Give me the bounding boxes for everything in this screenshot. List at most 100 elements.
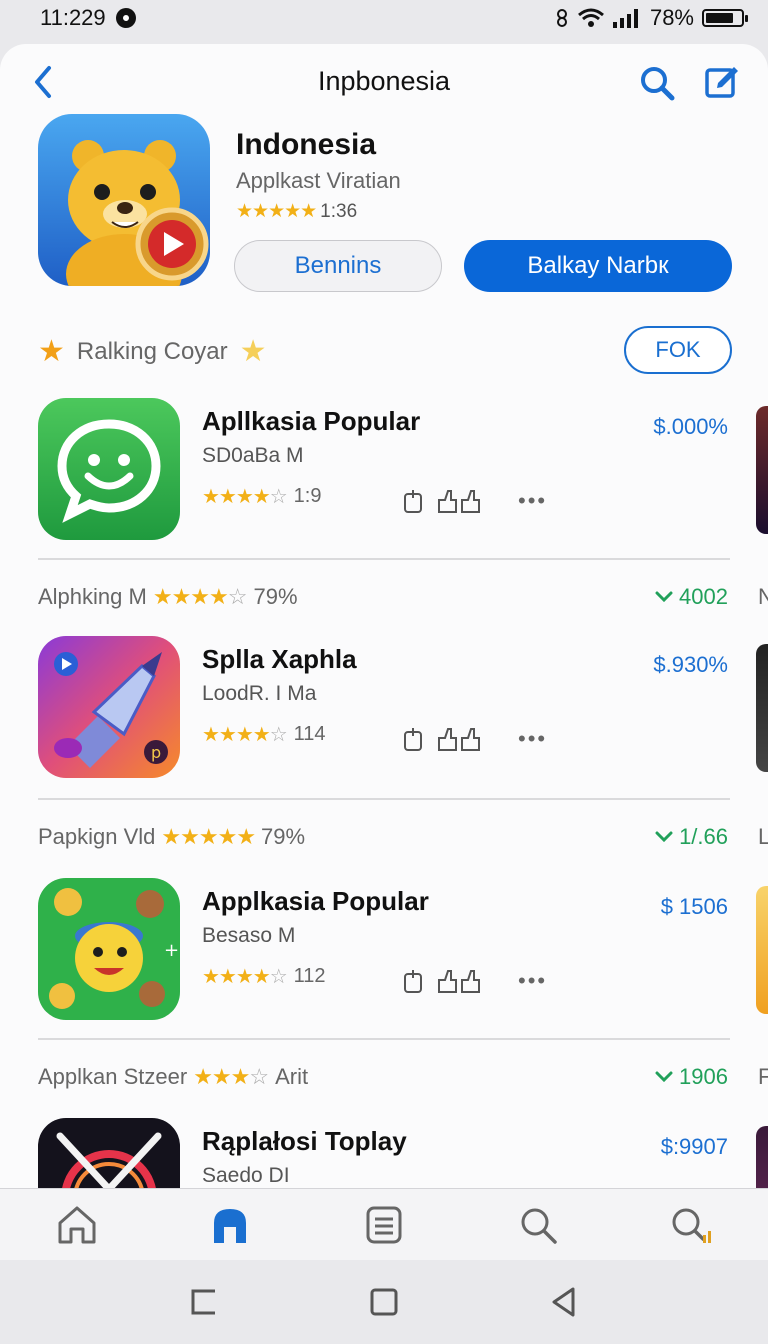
more-icon[interactable]: •••	[518, 488, 547, 514]
row-actions: •••	[402, 968, 547, 994]
list-item[interactable]: + Applkasia Popular Besaso M ★★★★☆ 112 $…	[0, 878, 768, 1028]
app-name: Apllkasia Popular	[202, 406, 421, 436]
triangle-back-icon	[552, 1287, 575, 1317]
home-button[interactable]	[364, 1282, 404, 1322]
section-label: Applkan Stzeer	[38, 1064, 188, 1089]
peek-card	[756, 644, 768, 772]
trend-indicator: 4002	[655, 584, 728, 610]
edit-button[interactable]	[702, 64, 742, 102]
section-stars: ★★★★	[152, 584, 229, 609]
app-icon: p	[38, 636, 180, 778]
tab-apps[interactable]	[200, 1195, 260, 1255]
section-header: Applkan Stzeer ★★★☆ Arit 1906	[38, 1062, 730, 1092]
star-icon: ★	[38, 335, 65, 368]
rating-stars: ★★★★	[202, 724, 271, 746]
cartoon-faces-icon: +	[38, 878, 180, 1020]
apps-icon	[214, 1208, 247, 1243]
more-icon[interactable]: •••	[518, 968, 547, 994]
share-icon[interactable]	[402, 968, 424, 994]
hero-app-icon[interactable]	[38, 114, 210, 286]
app-developer: Saedo DI	[202, 1164, 290, 1187]
tab-search-stats[interactable]	[661, 1195, 721, 1255]
trend-value: 1906	[679, 1064, 728, 1089]
secondary-button[interactable]: Bennins	[234, 240, 442, 292]
status-time: 11:229	[40, 5, 106, 30]
tab-list[interactable]	[354, 1195, 414, 1255]
hero-app-name: Indonesia	[236, 128, 377, 161]
list-item[interactable]: Apllkasia Popular SD0aBa M ★★★★☆ 1:9 $.0…	[0, 398, 768, 548]
tab-bar	[0, 1188, 768, 1260]
share-icon[interactable]	[402, 488, 424, 514]
alarm-icon	[556, 9, 567, 27]
list-icon	[366, 1206, 402, 1243]
app-price: $ 1506	[660, 894, 728, 919]
paintbrush-icon: p	[38, 636, 180, 778]
app-developer: Besaso M	[202, 924, 296, 947]
app-price: $:9907	[660, 1134, 728, 1159]
share-icon[interactable]	[402, 726, 424, 752]
home-icon	[58, 1206, 96, 1243]
rating-count: 1:9	[293, 485, 322, 507]
bear-mascot-icon	[38, 114, 210, 286]
fok-button[interactable]: FOK	[624, 326, 732, 374]
app-developer: SD0aBa M	[202, 444, 304, 467]
app-icon	[38, 398, 180, 540]
section-header: Alphking M ★★★★☆ 79% 4002	[38, 582, 730, 612]
rating-star-empty: ☆	[269, 966, 288, 988]
star-icon: ★	[239, 335, 267, 368]
tab-home[interactable]	[47, 1195, 107, 1255]
hero-rating: ★★★★★ 1:36	[236, 200, 357, 223]
wifi-icon	[577, 8, 604, 27]
battery-icon	[702, 9, 748, 27]
divider	[38, 1038, 730, 1040]
app-name: Splla Xaphla	[202, 644, 357, 674]
status-bar: 11:229 78%	[0, 0, 768, 36]
app-store-card: Inpbonesia Indonesia Applkast Viratian ★…	[0, 44, 768, 1260]
search-button[interactable]	[638, 64, 678, 102]
app-developer: LoodR. I Ma	[202, 682, 317, 705]
recents-button[interactable]	[184, 1282, 224, 1322]
hero-app-subtitle: Applkast Viratian	[236, 168, 401, 193]
chevron-down-icon	[655, 831, 673, 843]
like-icon[interactable]	[436, 726, 482, 752]
section-label: Alphking M	[38, 584, 147, 609]
battery-percent: 78%	[649, 5, 694, 30]
section-header: Papkign Vld ★★★★★ 79% 1/.66	[38, 822, 730, 852]
trend-indicator: 1906	[655, 1064, 728, 1090]
app-price: $.000%	[653, 414, 728, 439]
divider	[38, 558, 730, 560]
like-icon[interactable]	[436, 488, 482, 514]
section-peek: N	[758, 584, 768, 609]
trend-value: 4002	[679, 584, 728, 609]
section-percent: Arit	[275, 1064, 309, 1089]
svg-text:+: +	[164, 940, 179, 961]
list-item[interactable]: p Splla Xaphla LoodR. I Ma ★★★★☆ 114 $.9…	[0, 636, 768, 786]
more-icon[interactable]: •••	[518, 726, 547, 752]
rating-stars: ★★★★	[202, 966, 271, 988]
section-percent: 79%	[253, 584, 298, 609]
ranking-header: ★ Ralking Coyar ★	[38, 334, 267, 369]
app-rating: ★★★★☆ 114	[202, 722, 326, 747]
square-icon	[370, 1288, 398, 1316]
rating-stars: ★★★★	[202, 486, 271, 508]
divider	[38, 798, 730, 800]
tab-search[interactable]	[508, 1195, 568, 1255]
app-name: Rąplałosi Toplay	[202, 1126, 407, 1156]
peek-card	[756, 886, 768, 1014]
notification-icon	[115, 8, 136, 28]
chevron-down-icon	[655, 1071, 673, 1083]
svg-text:p: p	[151, 743, 161, 762]
app-rating: ★★★★☆ 1:9	[202, 484, 321, 509]
trend-value: 1/.66	[679, 824, 728, 849]
nav-bar: Inpbonesia	[0, 60, 768, 104]
recents-icon	[191, 1289, 215, 1315]
section-percent: 79%	[261, 824, 306, 849]
back-nav-button[interactable]	[544, 1282, 584, 1322]
app-price: $.930%	[653, 652, 728, 677]
chat-smiley-icon	[38, 398, 180, 540]
primary-button[interactable]: Balkay Narbк	[464, 240, 732, 292]
section-peek: L	[758, 824, 768, 849]
rating-star-empty: ☆	[269, 724, 288, 746]
like-icon[interactable]	[436, 968, 482, 994]
section-star-empty: ☆	[249, 1064, 270, 1089]
